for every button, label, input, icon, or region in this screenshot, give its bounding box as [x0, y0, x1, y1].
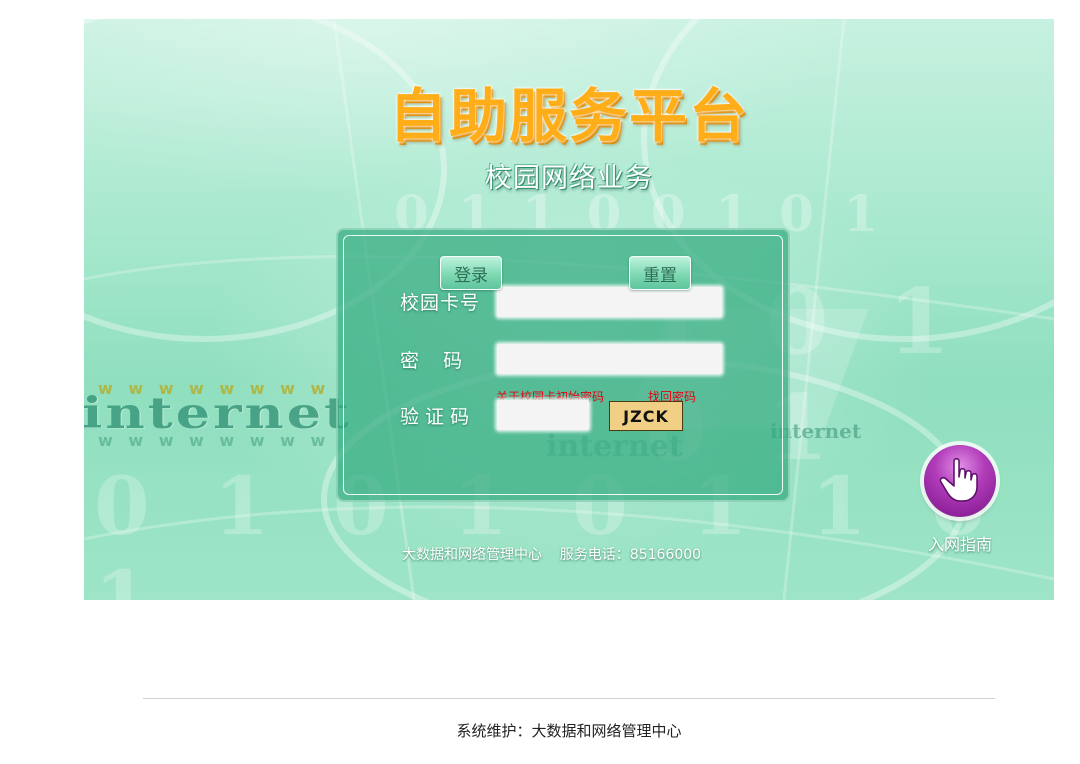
banner: 0 1 1 0 0 1 0 1 1 0 1 0 1 0 1 0 1 0 1 1 … [84, 19, 1054, 600]
captcha-label: 验 证 码 [400, 406, 470, 428]
pointing-hand-icon [939, 458, 978, 502]
guide-label[interactable]: 入网指南 [920, 531, 1000, 555]
reset-button[interactable]: 重置 [629, 256, 691, 290]
guide-button-circle[interactable] [924, 445, 996, 517]
password-input[interactable] [497, 344, 722, 374]
network-guide-link[interactable]: 入网指南 [920, 443, 1000, 563]
login-panel-border: 校园卡号 密 码 关于校园卡初始密码 找回密码 验 证 码 JZCK [343, 235, 783, 495]
card-number-input[interactable] [497, 287, 722, 317]
footer-divider [143, 698, 995, 699]
www-watermark-lower: w w w w w w w w [98, 431, 331, 450]
page-subtitle: 校园网络业务 [485, 163, 653, 194]
captcha-input[interactable] [497, 400, 589, 430]
card-number-label: 校园卡号 [400, 292, 481, 314]
login-button[interactable]: 登录 [440, 256, 502, 290]
login-panel: 校园卡号 密 码 关于校园卡初始密码 找回密码 验 证 码 JZCK [336, 228, 790, 502]
page-title: 自助服务平台 [388, 82, 749, 150]
contact-info: 大数据和网络管理中心 服务电话：85166000 [402, 547, 702, 563]
captcha-image[interactable]: JZCK [609, 401, 683, 431]
footer-maintenance: 系统维护：大数据和网络管理中心 [456, 722, 682, 740]
password-label: 密 码 [400, 350, 463, 372]
